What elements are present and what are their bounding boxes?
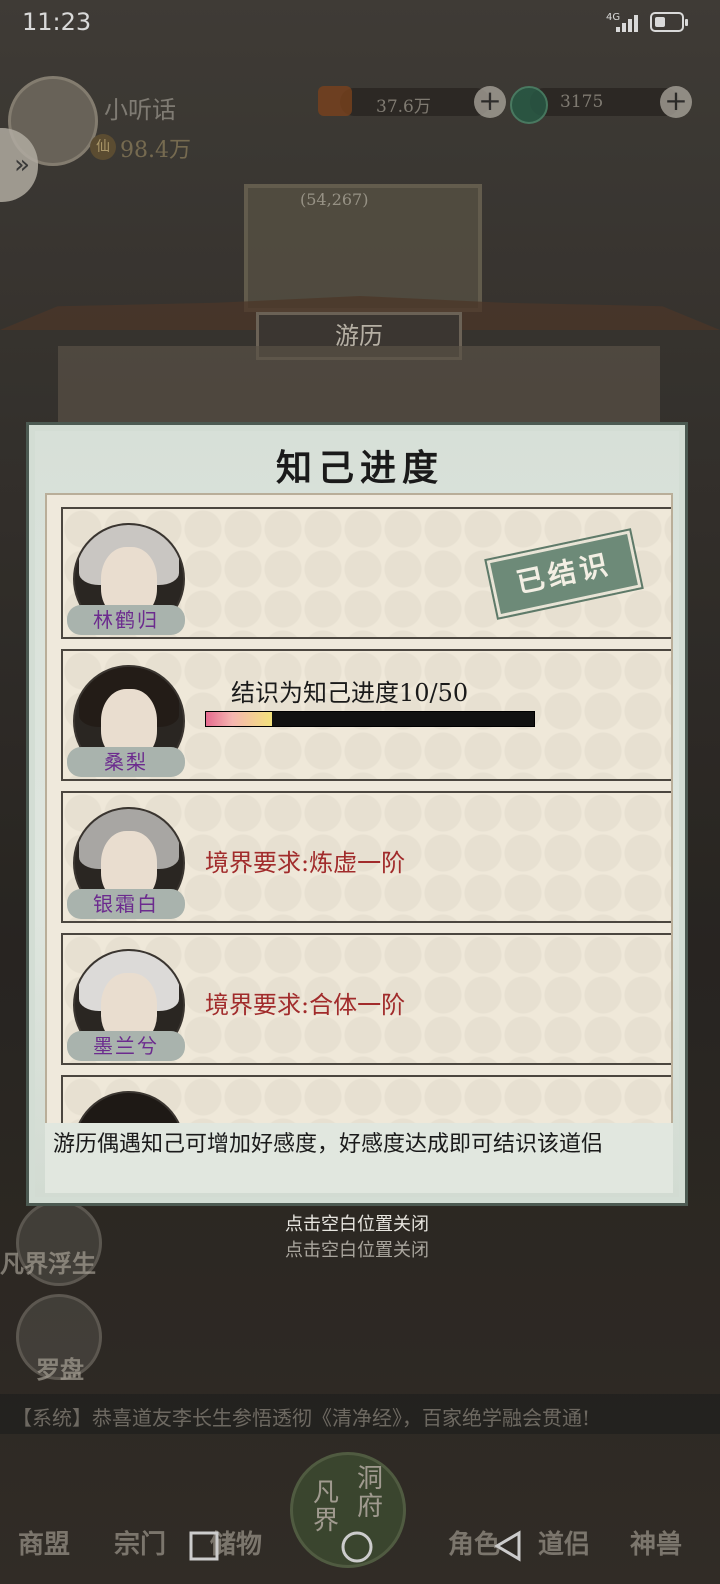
progress-label: 结识为知己进度10/50 — [231, 679, 469, 707]
realm-requirement: 境界要求:合体一阶 — [205, 991, 406, 1019]
character-name: 林鹤归 — [93, 608, 159, 632]
character-card[interactable]: 银霜白 境界要求:炼虚一阶 — [61, 791, 671, 923]
character-card[interactable]: 桑梨 结识为知己进度10/50 — [61, 649, 671, 781]
close-hint[interactable]: 点击空白位置关闭 — [0, 1210, 714, 1236]
soulmate-progress-dialog: 知己进度 林鹤归 已结识 桑梨 结识为知己进度10/50 银霜白 境界要求:炼虚… — [26, 422, 688, 1206]
dialog-title: 知己进度 — [275, 447, 444, 489]
character-name: 银霜白 — [93, 892, 159, 916]
character-card[interactable]: 墨兰兮 境界要求:合体一阶 — [61, 933, 671, 1065]
progress-bar — [205, 711, 535, 727]
acquainted-stamp: 已结识 — [484, 527, 644, 621]
character-name: 桑梨 — [104, 750, 148, 774]
realm-requirement: 境界要求:炼虚一阶 — [205, 849, 406, 877]
progress-fill — [206, 712, 272, 726]
character-name: 墨兰兮 — [93, 1034, 159, 1058]
character-card[interactable]: 林鹤归 已结识 — [61, 507, 671, 639]
close-hint-shadow: 点击空白位置关闭 — [285, 1240, 429, 1261]
tip-text: 游历偶遇知己可增加好感度，好感度达成即可结识该道侣 — [53, 1132, 604, 1157]
character-list[interactable]: 林鹤归 已结识 桑梨 结识为知己进度10/50 银霜白 境界要求:炼虚一阶 墨兰… — [45, 493, 673, 1133]
